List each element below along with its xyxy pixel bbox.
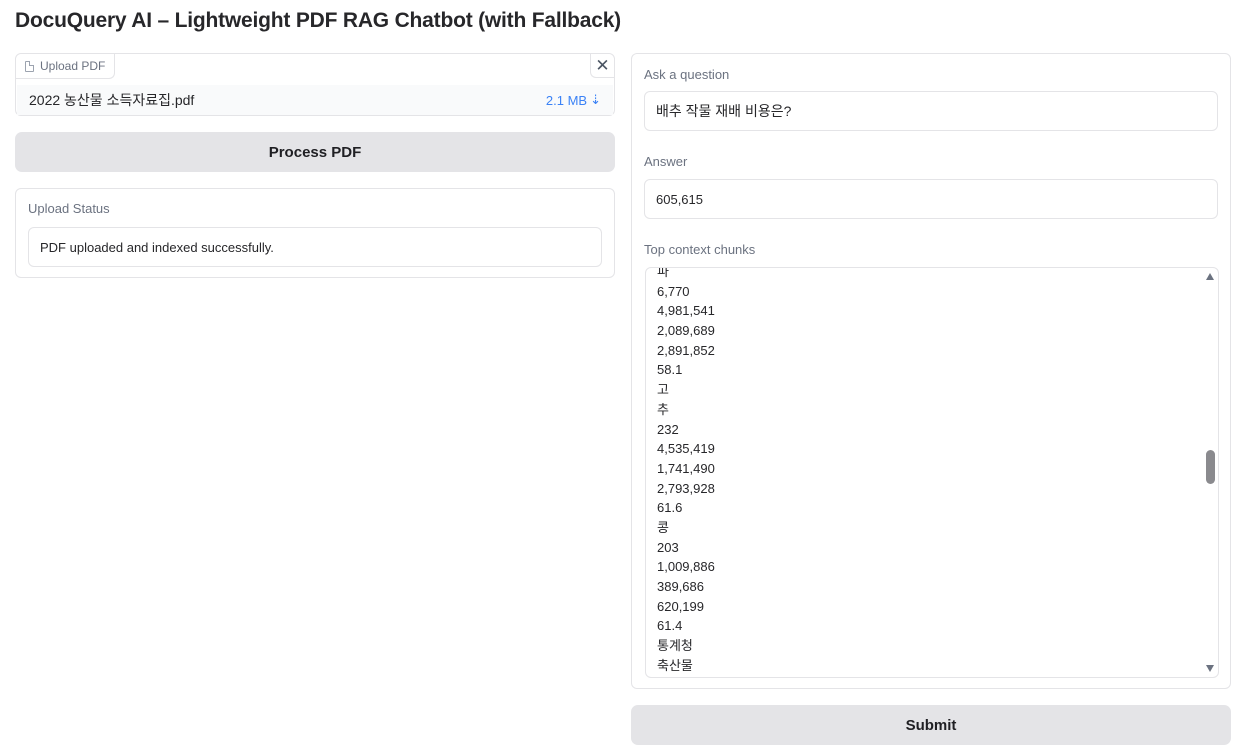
context-scrollbar[interactable] (1202, 268, 1218, 677)
context-chunk-line: 389,686 (657, 579, 704, 594)
context-chunk-line: 1,009,886 (657, 559, 715, 575)
context-chunk-line: 58.1 (657, 362, 683, 378)
download-arrow-icon: ⇣ (590, 92, 601, 107)
answer-label: Answer (644, 154, 688, 169)
context-chunk-line: 2,089,689 (657, 323, 715, 339)
context-chunk-line: 1,741,490 (657, 460, 715, 476)
context-chunk-line: 생산비 (657, 675, 1198, 677)
file-size: 2.1 MB (545, 92, 588, 108)
upload-pdf-tag: Upload PDF (16, 54, 116, 79)
upload-status-label: Upload Status (28, 201, 110, 216)
question-input[interactable]: 배추 작물 재배 비용은? (644, 91, 1218, 131)
upload-status-panel: Upload Status PDF uploaded and indexed s… (15, 188, 615, 278)
question-label: Ask a question (644, 67, 730, 82)
context-chunk-line: 232 (657, 421, 679, 437)
scroll-thumb[interactable] (1206, 449, 1215, 484)
page-title: DocuQuery AI – Lightweight PDF RAG Chatb… (15, 9, 621, 32)
context-chunk-line: 4,981,541 (657, 303, 715, 319)
process-pdf-button[interactable]: Process PDF (15, 132, 615, 172)
context-chunk-line: 추 (657, 401, 669, 417)
context-chunks-text: 파 6,770 4,981,541 2,089,689 2,891,852 58.1 고 추 2… (657, 267, 1198, 677)
context-chunk-line: 통계청 (657, 638, 693, 654)
context-chunk-line: 6,770 (657, 283, 690, 299)
qa-panel: Ask a question 배추 작물 재배 비용은? Answer 605,… (631, 53, 1231, 689)
context-chunk-line: 61.6 (657, 500, 683, 516)
close-icon[interactable]: ✕ (590, 54, 614, 78)
answer-field[interactable]: 605,615 (644, 179, 1218, 219)
scroll-up-arrow-icon[interactable] (1206, 273, 1214, 280)
context-chunk-line: 고 (657, 382, 669, 398)
uploaded-file-row: 2022 농산물 소득자료집.pdf 2.1 MB ⇣ (17, 85, 613, 115)
file-icon (25, 60, 34, 72)
context-chunk-line: 콩 (657, 519, 669, 535)
context-chunk-line: 620,199 (657, 598, 704, 614)
context-chunks-label: Top context chunks (644, 242, 756, 257)
context-chunk-line: 4,535,419 (657, 441, 715, 457)
context-chunk-line: 파 (657, 267, 669, 279)
upload-pdf-label: Upload PDF (40, 59, 106, 73)
scroll-down-arrow-icon[interactable] (1206, 665, 1214, 672)
context-chunk-line: 2,891,852 (657, 342, 715, 358)
submit-button[interactable]: Submit (631, 705, 1231, 745)
context-chunk-line: 축산물 (657, 657, 693, 673)
file-name: 2022 농산물 소득자료집.pdf (29, 92, 195, 108)
context-chunk-line: 203 (657, 539, 679, 555)
file-size-download-link[interactable]: 2.1 MB ⇣ (546, 92, 601, 108)
context-chunk-line: 2,793,928 (657, 480, 715, 496)
upload-status-field[interactable]: PDF uploaded and indexed successfully. (28, 227, 602, 267)
pdf-file-upload[interactable]: Upload PDF ✕ 2022 농산물 소득자료집.pdf 2.1 MB ⇣ (15, 53, 615, 116)
context-chunks-textarea[interactable]: 파 6,770 4,981,541 2,089,689 2,891,852 58.1 고 추 2… (645, 267, 1219, 678)
context-chunk-line: 61.4 (657, 618, 683, 634)
